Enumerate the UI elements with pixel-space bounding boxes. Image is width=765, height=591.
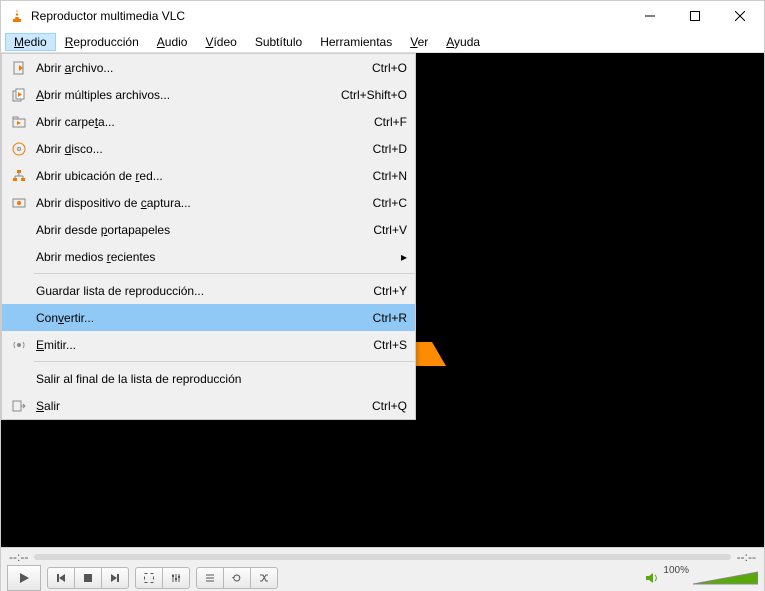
- maximize-button[interactable]: [672, 1, 717, 31]
- menu-open-folder[interactable]: Abrir carpeta... Ctrl+F: [2, 108, 415, 135]
- menu-open-disc[interactable]: Abrir disco... Ctrl+D: [2, 135, 415, 162]
- menubar: Medio Reproducción Audio Vídeo Subtítulo…: [1, 31, 764, 53]
- loop-button[interactable]: [223, 567, 251, 589]
- separator: [34, 273, 415, 274]
- menu-stream[interactable]: Emitir... Ctrl+S: [2, 331, 415, 358]
- volume-percent: 100%: [663, 565, 689, 576]
- close-button[interactable]: [717, 1, 762, 31]
- menu-medio[interactable]: Medio: [5, 33, 56, 51]
- menu-quit-after-playlist[interactable]: Salir al final de la lista de reproducci…: [2, 365, 415, 392]
- folder-icon: [8, 115, 30, 129]
- file-icon: [8, 61, 30, 75]
- capture-icon: [8, 196, 30, 210]
- minimize-button[interactable]: [627, 1, 672, 31]
- video-area: Abrir archivo... Ctrl+O Abrir múltiples …: [1, 53, 764, 547]
- stop-button[interactable]: [74, 567, 102, 589]
- menu-ayuda[interactable]: Ayuda: [437, 33, 489, 51]
- menu-open-file[interactable]: Abrir archivo... Ctrl+O: [2, 54, 415, 81]
- playback-controls: 100%: [1, 565, 764, 591]
- prev-button[interactable]: [47, 567, 75, 589]
- menu-open-multiple[interactable]: Abrir múltiples archivos... Ctrl+Shift+O: [2, 81, 415, 108]
- medio-dropdown: Abrir archivo... Ctrl+O Abrir múltiples …: [1, 53, 416, 420]
- menu-reproduccion[interactable]: Reproducción: [56, 33, 148, 51]
- time-total: --:--: [737, 550, 756, 564]
- menu-open-recent[interactable]: Abrir medios recientes ▸: [2, 243, 415, 270]
- shuffle-button[interactable]: [250, 567, 278, 589]
- play-button[interactable]: [7, 565, 41, 591]
- volume-control[interactable]: 100%: [645, 570, 758, 586]
- network-icon: [8, 169, 30, 183]
- next-button[interactable]: [101, 567, 129, 589]
- menu-save-playlist[interactable]: Guardar lista de reproducción... Ctrl+Y: [2, 277, 415, 304]
- menu-herramientas[interactable]: Herramientas: [311, 33, 401, 51]
- menu-open-capture[interactable]: Abrir dispositivo de captura... Ctrl+C: [2, 189, 415, 216]
- menu-open-network[interactable]: Abrir ubicación de red... Ctrl+N: [2, 162, 415, 189]
- separator: [34, 361, 415, 362]
- submenu-arrow-icon: ▸: [401, 250, 407, 264]
- menu-convert[interactable]: Convertir... Ctrl+R: [2, 304, 415, 331]
- menu-open-clipboard[interactable]: Abrir desde portapapeles Ctrl+V: [2, 216, 415, 243]
- vlc-cone-icon: [9, 8, 25, 24]
- menu-ver[interactable]: Ver: [401, 33, 437, 51]
- quit-icon: [8, 399, 30, 413]
- seek-row: --:-- --:--: [1, 548, 764, 565]
- speaker-icon: [645, 571, 659, 585]
- disc-icon: [8, 142, 30, 156]
- menu-subtitulo[interactable]: Subtítulo: [246, 33, 311, 51]
- fullscreen-button[interactable]: [135, 567, 163, 589]
- ext-settings-button[interactable]: [162, 567, 190, 589]
- menu-audio[interactable]: Audio: [148, 33, 197, 51]
- seek-slider[interactable]: [34, 554, 730, 560]
- multi-file-icon: [8, 88, 30, 102]
- playlist-button[interactable]: [196, 567, 224, 589]
- window-title: Reproductor multimedia VLC: [31, 9, 627, 23]
- volume-slider[interactable]: [693, 570, 758, 586]
- menu-video[interactable]: Vídeo: [196, 33, 245, 51]
- controls-bar: --:-- --:-- 100%: [1, 547, 764, 591]
- stream-icon: [8, 338, 30, 352]
- menu-quit[interactable]: Salir Ctrl+Q: [2, 392, 415, 419]
- titlebar: Reproductor multimedia VLC: [1, 1, 764, 31]
- time-elapsed: --:--: [9, 550, 28, 564]
